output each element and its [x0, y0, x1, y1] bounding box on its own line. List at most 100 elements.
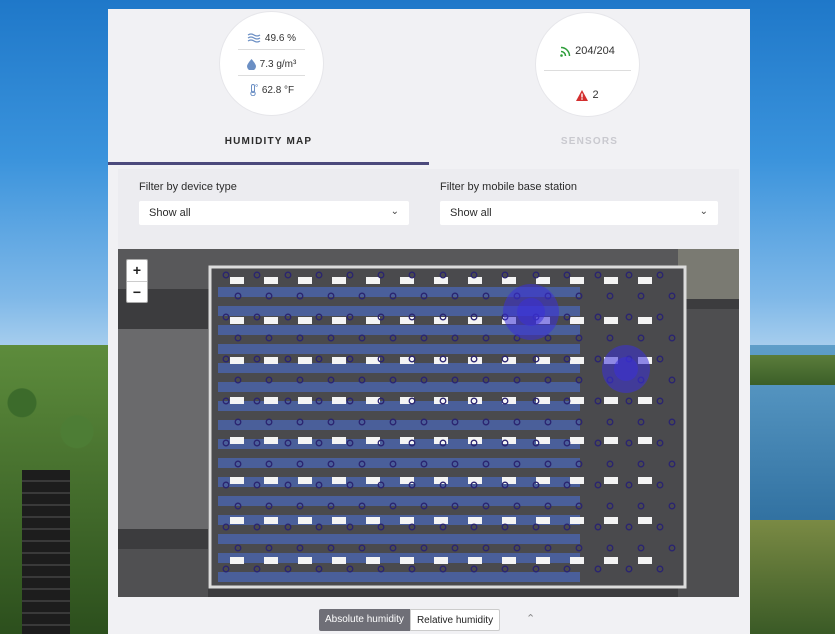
roof-vent: [332, 357, 346, 364]
base-station-select[interactable]: Show all ⌄: [440, 201, 718, 225]
roof-vent: [264, 437, 278, 444]
active-tab-indicator: [108, 162, 429, 165]
roof-vent: [604, 517, 618, 524]
solar-panel-row: [218, 363, 580, 373]
humidity-hotspot-core: [517, 298, 545, 326]
roof-vent: [400, 517, 414, 524]
sensors-warnings: 2: [536, 83, 639, 107]
roof-vent: [264, 517, 278, 524]
device-type-select[interactable]: Show all ⌄: [139, 201, 409, 225]
chevron-down-icon: ⌄: [390, 206, 399, 217]
roof-vent: [298, 557, 312, 564]
roof-vent: [434, 277, 448, 284]
tab-bar: 49.6 % 7.3 g/m³ 62.8 °F HUMIDITY MAP 204…: [108, 9, 750, 166]
filters-panel: Filter by device type Show all ⌄ Filter …: [118, 169, 739, 249]
roof-vent: [298, 517, 312, 524]
roof-vent: [536, 557, 550, 564]
humidity-mode-toggle: Absolute humidity Relative humidity: [319, 609, 501, 631]
humidity-hotspot-core: [614, 357, 638, 381]
chevron-up-icon[interactable]: ⌃: [526, 612, 535, 625]
device-type-filter-label: Filter by device type: [139, 181, 237, 193]
humidity-summary-circle: 49.6 % 7.3 g/m³ 62.8 °F: [220, 12, 323, 115]
roof-vent: [400, 477, 414, 484]
relative-humidity-button[interactable]: Relative humidity: [409, 609, 501, 631]
roof-vent: [468, 517, 482, 524]
roof-vent: [230, 517, 244, 524]
thermometer-icon: [250, 84, 258, 96]
roof-vent: [502, 557, 516, 564]
roof-vent: [570, 357, 584, 364]
roof-vent: [230, 437, 244, 444]
roof-vent: [332, 397, 346, 404]
roof-vent: [638, 517, 652, 524]
observation-tower: [22, 470, 70, 634]
roof-vent: [570, 397, 584, 404]
roof-vent: [638, 477, 652, 484]
roof-vent: [298, 317, 312, 324]
roof-vent: [400, 357, 414, 364]
signal-icon: [560, 46, 571, 57]
roof-vent: [604, 437, 618, 444]
roof-vent: [298, 277, 312, 284]
roof-vent: [332, 517, 346, 524]
roof-vent: [570, 557, 584, 564]
roof-vent: [400, 317, 414, 324]
solar-panel-row: [218, 382, 580, 392]
roof-vent: [264, 317, 278, 324]
roof-vent: [502, 357, 516, 364]
roof-vent: [638, 437, 652, 444]
humidity-map[interactable]: + −: [118, 249, 739, 597]
roof-vent: [230, 317, 244, 324]
roof-vent: [604, 557, 618, 564]
roof-vent: [264, 357, 278, 364]
zoom-control: + −: [126, 259, 148, 303]
water-drop-icon: [246, 58, 256, 70]
tab-title-humidity-map: HUMIDITY MAP: [224, 136, 313, 147]
roof-vent: [298, 477, 312, 484]
tab-title-sensors: SENSORS: [560, 136, 619, 147]
roof-vent: [468, 357, 482, 364]
roof-vent: [570, 437, 584, 444]
chevron-down-icon: ⌄: [699, 206, 708, 217]
roof-vent: [604, 477, 618, 484]
roof-vent: [434, 557, 448, 564]
solar-panel-row: [218, 496, 580, 506]
humidity-percent: 49.6 %: [220, 26, 323, 50]
roof-vent: [298, 357, 312, 364]
roof-vent: [264, 397, 278, 404]
roof-vent: [502, 517, 516, 524]
tab-humidity-map[interactable]: 49.6 % 7.3 g/m³ 62.8 °F HUMIDITY MAP: [108, 9, 429, 166]
zoom-out-button[interactable]: −: [127, 282, 147, 303]
roof-vent: [400, 557, 414, 564]
warning-icon: [576, 89, 589, 101]
roof-vent: [570, 317, 584, 324]
roof-vent: [332, 437, 346, 444]
roof-vent: [264, 557, 278, 564]
absolute-humidity-button[interactable]: Absolute humidity: [319, 609, 410, 631]
sensors-summary-circle: 204/204 2: [536, 13, 639, 116]
shore-right: [748, 355, 835, 385]
roof-vent: [332, 477, 346, 484]
roof-vent: [604, 317, 618, 324]
roof-vent: [264, 477, 278, 484]
zoom-in-button[interactable]: +: [127, 260, 147, 282]
roof-vent: [536, 517, 550, 524]
roof-vent: [366, 517, 380, 524]
roof-vent: [230, 357, 244, 364]
roof-vent: [638, 557, 652, 564]
forest-right: [748, 520, 835, 634]
roof-vent: [230, 397, 244, 404]
waves-icon: [247, 33, 261, 43]
solar-panel-row: [218, 344, 580, 354]
tab-sensors[interactable]: 204/204 2 SENSORS: [429, 9, 750, 166]
solar-panel-row: [218, 534, 580, 544]
roof-vent: [570, 277, 584, 284]
solar-panel-row: [218, 572, 580, 582]
roof-vent: [298, 397, 312, 404]
roof-vent: [332, 557, 346, 564]
roof-vent: [638, 317, 652, 324]
roof-vent: [434, 517, 448, 524]
roof-vent: [366, 477, 380, 484]
roof-vent: [230, 557, 244, 564]
aerial-roof-image: [118, 249, 739, 597]
